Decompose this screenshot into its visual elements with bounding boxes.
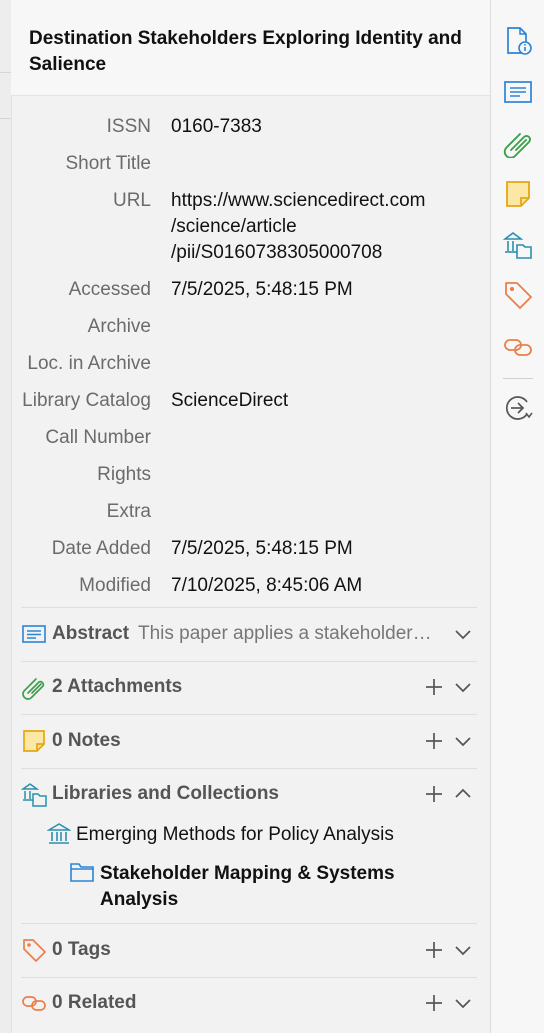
section-attachments-label: 2 Attachments <box>52 676 183 697</box>
field-label: Accessed <box>68 279 151 300</box>
field-value-call-number[interactable] <box>171 425 471 451</box>
field-value-loc-in-archive[interactable] <box>171 351 471 377</box>
divider <box>21 977 477 978</box>
field-label: Call Number <box>45 427 151 448</box>
chevron-down-icon[interactable] <box>451 622 475 646</box>
chevron-down-icon[interactable] <box>451 991 475 1015</box>
divider <box>21 607 477 608</box>
field-label: Modified <box>79 575 151 596</box>
folder-icon <box>70 863 94 882</box>
field-value-accessed[interactable]: 7/5/2025, 5:48:15 PM <box>171 277 471 303</box>
field-label: Short Title <box>65 153 151 174</box>
nav-divider <box>503 378 533 379</box>
field-label: Loc. in Archive <box>27 353 151 374</box>
section-tags-header[interactable]: 0 Tags <box>21 931 477 971</box>
section-libraries-header[interactable]: Libraries and Collections <box>21 775 477 815</box>
side-navigation <box>490 0 544 1033</box>
chevron-down-icon[interactable] <box>451 729 475 753</box>
field-label: ISSN <box>106 116 151 137</box>
collection-name-line: Analysis <box>100 889 179 910</box>
abstract-icon[interactable] <box>503 77 533 107</box>
section-related-label: 0 Related <box>52 992 137 1013</box>
related-icon <box>22 996 46 1011</box>
divider <box>21 768 477 769</box>
add-to-collection-button[interactable] <box>422 782 446 806</box>
collection-name[interactable]: Stakeholder Mapping & Systems Analysis <box>100 861 395 913</box>
divider <box>21 714 477 715</box>
field-value-issn[interactable]: 0160-7383 <box>171 114 471 140</box>
field-label: Date Added <box>51 538 151 559</box>
libraries-collections-icon <box>21 783 47 807</box>
add-related-button[interactable] <box>422 991 446 1015</box>
field-label: URL <box>112 190 151 211</box>
url-line: https://www.sciencedirect.com <box>171 190 426 211</box>
field-value-date-added: 7/5/2025, 5:48:15 PM <box>171 538 353 559</box>
library-name[interactable]: Emerging Methods for Policy Analysis <box>76 822 394 848</box>
field-value-rights[interactable] <box>171 462 471 488</box>
abstract-icon <box>22 625 46 643</box>
add-note-button[interactable] <box>422 729 446 753</box>
field-value-short-title[interactable] <box>171 151 471 177</box>
field-label: Archive <box>87 316 151 337</box>
item-pane: Destination Stakeholders Exploring Ident… <box>0 0 490 1033</box>
field-value-library-catalog[interactable]: ScienceDirect <box>171 388 471 414</box>
section-notes-label: 0 Notes <box>52 730 121 751</box>
url-line: /science/article <box>171 216 297 237</box>
notes-icon[interactable] <box>503 179 533 209</box>
section-abstract-label: Abstract <box>52 623 130 644</box>
section-abstract-header[interactable]: Abstract This paper applies a stakeholde… <box>21 615 477 655</box>
add-attachment-button[interactable] <box>422 675 446 699</box>
libraries-collections-icon[interactable] <box>503 230 533 260</box>
item-title[interactable]: Destination Stakeholders Exploring Ident… <box>29 26 469 78</box>
url-line: /pii/S0160738305000708 <box>171 242 383 263</box>
divider <box>21 661 477 662</box>
field-label: Library Catalog <box>22 390 151 411</box>
attachments-icon[interactable] <box>503 128 533 158</box>
locate-icon[interactable] <box>503 393 533 423</box>
divider <box>21 923 477 924</box>
field-label: Extra <box>106 501 151 522</box>
chevron-down-icon[interactable] <box>451 938 475 962</box>
tags-icon[interactable] <box>503 280 533 310</box>
section-tags-label: 0 Tags <box>52 939 111 960</box>
section-attachments-header[interactable]: 2 Attachments <box>21 668 477 708</box>
field-value-modified: 7/10/2025, 8:45:06 AM <box>171 575 363 596</box>
section-related-header[interactable]: 0 Related <box>21 984 477 1024</box>
tag-icon <box>23 939 46 962</box>
collection-name-line: Stakeholder Mapping & Systems <box>100 863 395 884</box>
field-label: Rights <box>97 464 151 485</box>
chevron-up-icon[interactable] <box>451 782 475 806</box>
note-icon <box>23 730 45 752</box>
item-pane-header: Destination Stakeholders Exploring Ident… <box>11 0 490 96</box>
field-value-archive[interactable] <box>171 314 471 340</box>
info-icon[interactable] <box>503 26 533 56</box>
paperclip-icon <box>22 678 45 700</box>
section-notes-header[interactable]: 0 Notes <box>21 722 477 762</box>
field-value-extra[interactable] <box>171 499 471 525</box>
add-tag-button[interactable] <box>422 938 446 962</box>
chevron-down-icon[interactable] <box>451 675 475 699</box>
abstract-summary: This paper applies a stakeholder… <box>138 623 432 644</box>
field-value-url[interactable]: https://www.sciencedirect.com /science/a… <box>171 188 471 266</box>
section-libraries-label: Libraries and Collections <box>52 783 279 804</box>
library-icon <box>47 823 71 844</box>
related-icon[interactable] <box>503 332 533 362</box>
